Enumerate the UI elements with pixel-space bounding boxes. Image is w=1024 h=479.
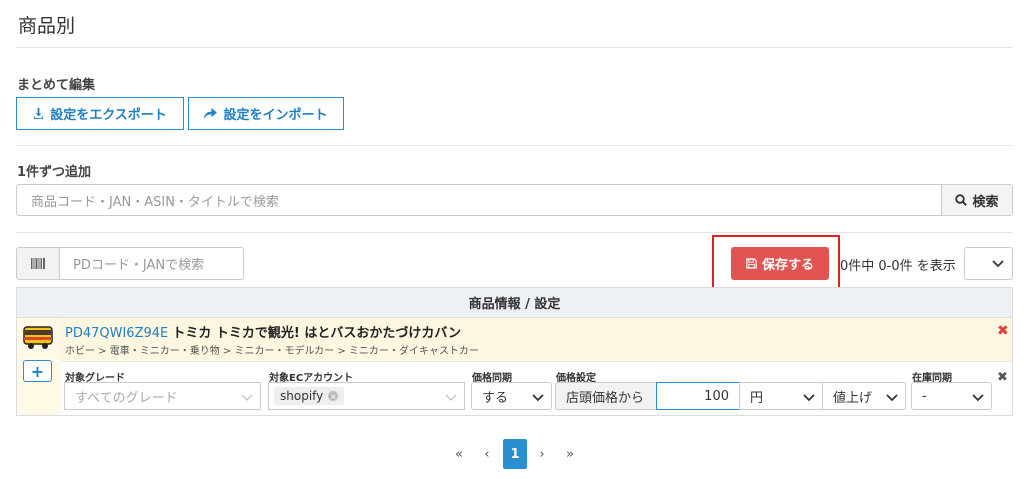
page-title: 商品別: [18, 15, 76, 37]
category-breadcrumb: ホビー > 電車・ミニカー・乗り物 > ミニカー・モデルカー > ミニカー・ダイ…: [65, 346, 479, 357]
price-direction-value: 値上げ: [833, 390, 873, 406]
stock-sync-value: -: [922, 388, 927, 404]
floppy-disk-icon: [746, 258, 757, 269]
single-add-label: 1件ずつ追加: [17, 165, 92, 180]
save-button[interactable]: 保存する: [731, 247, 829, 280]
chevron-down-icon: [886, 394, 898, 402]
download-icon: [34, 108, 44, 119]
remove-product-icon[interactable]: ✖: [997, 323, 1009, 339]
pagination-current[interactable]: 1: [503, 439, 527, 469]
stock-sync-select[interactable]: -: [911, 382, 992, 410]
account-select[interactable]: shopify ×: [268, 382, 465, 410]
divider: [16, 145, 1013, 146]
account-chip: shopify ×: [274, 387, 345, 405]
account-chip-label: shopify: [280, 389, 324, 403]
price-direction-select[interactable]: 値上げ: [822, 382, 906, 410]
chevron-down-icon: [241, 394, 253, 401]
chevron-down-icon: [992, 259, 1004, 267]
page-size-select[interactable]: [964, 247, 1013, 280]
price-base-value: 店頭価格から: [566, 390, 645, 406]
price-base-addon: 店頭価格から: [555, 382, 657, 410]
chevron-down-icon: [532, 394, 544, 402]
pd-code-filter-input[interactable]: PDコード・JANで検索: [59, 247, 244, 280]
add-setting-button[interactable]: +: [23, 360, 52, 382]
pagination-last[interactable]: »: [562, 439, 578, 469]
search-button-label: 検索: [972, 194, 999, 210]
bulk-edit-label: まとめて編集: [17, 78, 96, 93]
pagination-prev[interactable]: ‹: [480, 439, 494, 469]
pagination-first[interactable]: «: [451, 439, 467, 469]
product-id-link[interactable]: PD47QWI6Z94E: [65, 326, 168, 341]
pd-code-filter-placeholder: PDコード・JANで検索: [73, 258, 205, 273]
product-row-title: PD47QWI6Z94E トミカ トミカで観光! はとバスおかたづけカバン: [65, 322, 461, 341]
export-settings-button[interactable]: 設定をエクスポート: [16, 97, 184, 130]
pagination-next[interactable]: ›: [535, 439, 549, 469]
chip-remove-icon[interactable]: ×: [328, 391, 339, 401]
grade-placeholder: すべてのグレード: [75, 390, 178, 406]
price-unit-select[interactable]: 円: [739, 382, 823, 410]
search-button[interactable]: 検索: [941, 184, 1013, 216]
import-settings-label: 設定をインポート: [223, 108, 328, 123]
price-unit-value: 円: [750, 390, 764, 406]
result-count: 0件中 0-0件 を表示: [840, 259, 956, 274]
grade-select[interactable]: すべてのグレード: [64, 382, 261, 410]
bus-thumbnail: [23, 326, 53, 349]
price-sync-value: する: [482, 390, 509, 406]
table-header: 商品情報 / 設定: [16, 287, 1013, 318]
save-button-label: 保存する: [761, 258, 814, 273]
price-sync-select[interactable]: する: [471, 382, 552, 410]
product-search-input[interactable]: 商品コード・JAN・ASIN・タイトルで検索: [16, 184, 942, 216]
divider: [16, 47, 1013, 48]
search-icon: [955, 194, 968, 206]
product-search-placeholder: 商品コード・JAN・ASIN・タイトルで検索: [31, 194, 279, 210]
price-amount-input[interactable]: 100: [656, 382, 740, 410]
barcode-addon: [16, 247, 60, 280]
chevron-down-icon: [803, 394, 815, 402]
chevron-down-icon: [972, 394, 984, 402]
product-name: トミカ トミカで観光! はとバスおかたづけカバン: [172, 326, 462, 341]
barcode-icon: [31, 258, 45, 269]
price-amount-value: 100: [704, 388, 729, 404]
share-arrow-icon: [204, 108, 218, 119]
chevron-down-icon: [445, 394, 457, 401]
divider: [16, 232, 1013, 233]
export-settings-label: 設定をエクスポート: [50, 108, 167, 123]
import-settings-button[interactable]: 設定をインポート: [188, 97, 344, 130]
remove-setting-icon[interactable]: ✖: [997, 370, 1008, 385]
